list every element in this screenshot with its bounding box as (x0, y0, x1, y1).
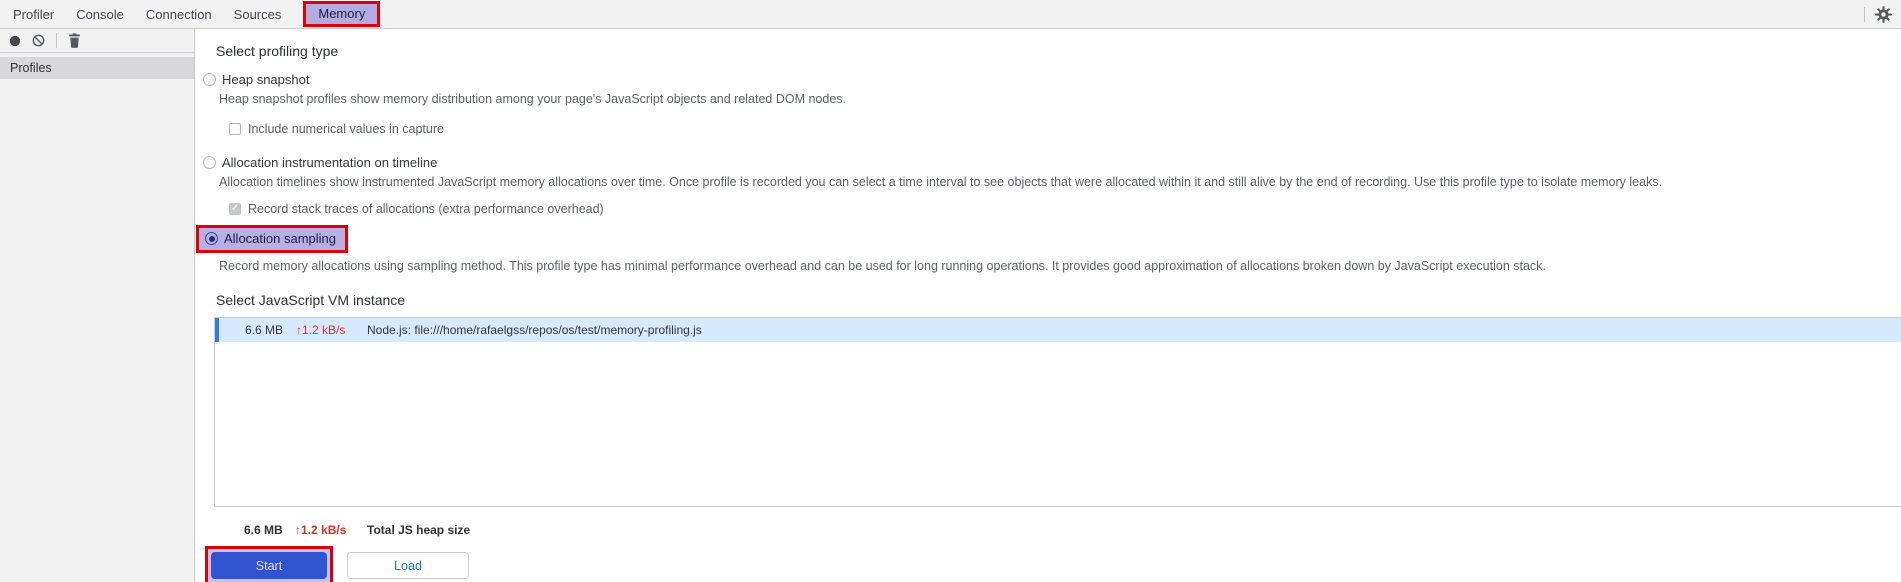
clear-icon[interactable] (32, 34, 45, 47)
profiles-sidebar: Profiles (0, 29, 195, 582)
tab-console[interactable]: Console (74, 3, 126, 26)
profiling-type-heading: Select profiling type (216, 43, 339, 59)
memory-panel-content: Select profiling type Heap snapshot Heap… (196, 29, 1901, 582)
option-label: Heap snapshot (222, 72, 310, 87)
gear-icon[interactable] (1875, 5, 1892, 23)
tabbar-right-controls (1864, 5, 1901, 23)
radio-option-heap-snapshot[interactable]: Heap snapshot (203, 72, 1901, 87)
option-description: Heap snapshot profiles show memory distr… (219, 92, 847, 106)
load-button[interactable]: Load (347, 552, 469, 579)
option-description: Allocation timelines show instrumented J… (219, 175, 1663, 189)
tab-sources[interactable]: Sources (232, 3, 284, 26)
option-description: Record memory allocations using sampling… (219, 259, 1546, 273)
radio-option-allocation-timeline[interactable]: Allocation instrumentation on timeline (203, 155, 1901, 170)
total-heap-size: 6.6 MB (244, 523, 283, 537)
vm-instance-list: 6.6 MB ↑1.2 kB/s Node.js: file:///home/r… (214, 317, 1901, 507)
vm-instance-heading: Select JavaScript VM instance (216, 292, 406, 308)
vm-heap-size: 6.6 MB (245, 323, 284, 337)
option-label: Allocation sampling (224, 231, 337, 246)
checkbox-include-numerical-values[interactable]: Include numerical values in capture (229, 122, 1901, 136)
vm-instance-name: Node.js: file:///home/rafaelgss/repos/os… (367, 323, 702, 337)
radio-icon[interactable] (203, 156, 216, 169)
total-allocation-rate: ↑1.2 kB/s (295, 523, 347, 537)
checkbox-icon (229, 203, 241, 215)
action-buttons: Start Load (205, 546, 1901, 582)
devtools-tab-bar: Profiler Console Connection Sources Memo… (0, 0, 1901, 29)
radio-option-allocation-sampling[interactable]: Allocation sampling (196, 225, 349, 253)
record-icon[interactable] (9, 35, 21, 47)
sidebar-item-profiles[interactable]: Profiles (0, 57, 194, 79)
checkbox-record-stack-traces: Record stack traces of allocations (extr… (229, 202, 1901, 216)
radio-checked-icon[interactable] (205, 232, 218, 245)
start-button[interactable]: Start (211, 552, 327, 579)
start-button-annotation: Start (205, 546, 333, 582)
toolbar-divider (1864, 6, 1865, 22)
checkbox-label: Record stack traces of allocations (extr… (248, 202, 604, 216)
option-label: Allocation instrumentation on timeline (222, 155, 438, 170)
total-heap-label: Total JS heap size (367, 523, 471, 537)
profiles-toolbar (0, 29, 194, 53)
checkbox-icon[interactable] (229, 123, 241, 135)
vm-allocation-rate: ↑1.2 kB/s (296, 323, 346, 337)
heap-totals: 6.6 MB ↑1.2 kB/s Total JS heap size (244, 523, 1901, 537)
trash-icon[interactable] (68, 33, 81, 48)
tab-connection[interactable]: Connection (144, 3, 214, 26)
tab-memory[interactable]: Memory (303, 1, 381, 27)
vm-instance-row[interactable]: 6.6 MB ↑1.2 kB/s Node.js: file:///home/r… (215, 318, 1901, 342)
radio-icon[interactable] (203, 73, 216, 86)
checkbox-label: Include numerical values in capture (248, 122, 444, 136)
tab-profiler[interactable]: Profiler (11, 3, 56, 26)
toolbar-divider (56, 33, 57, 48)
